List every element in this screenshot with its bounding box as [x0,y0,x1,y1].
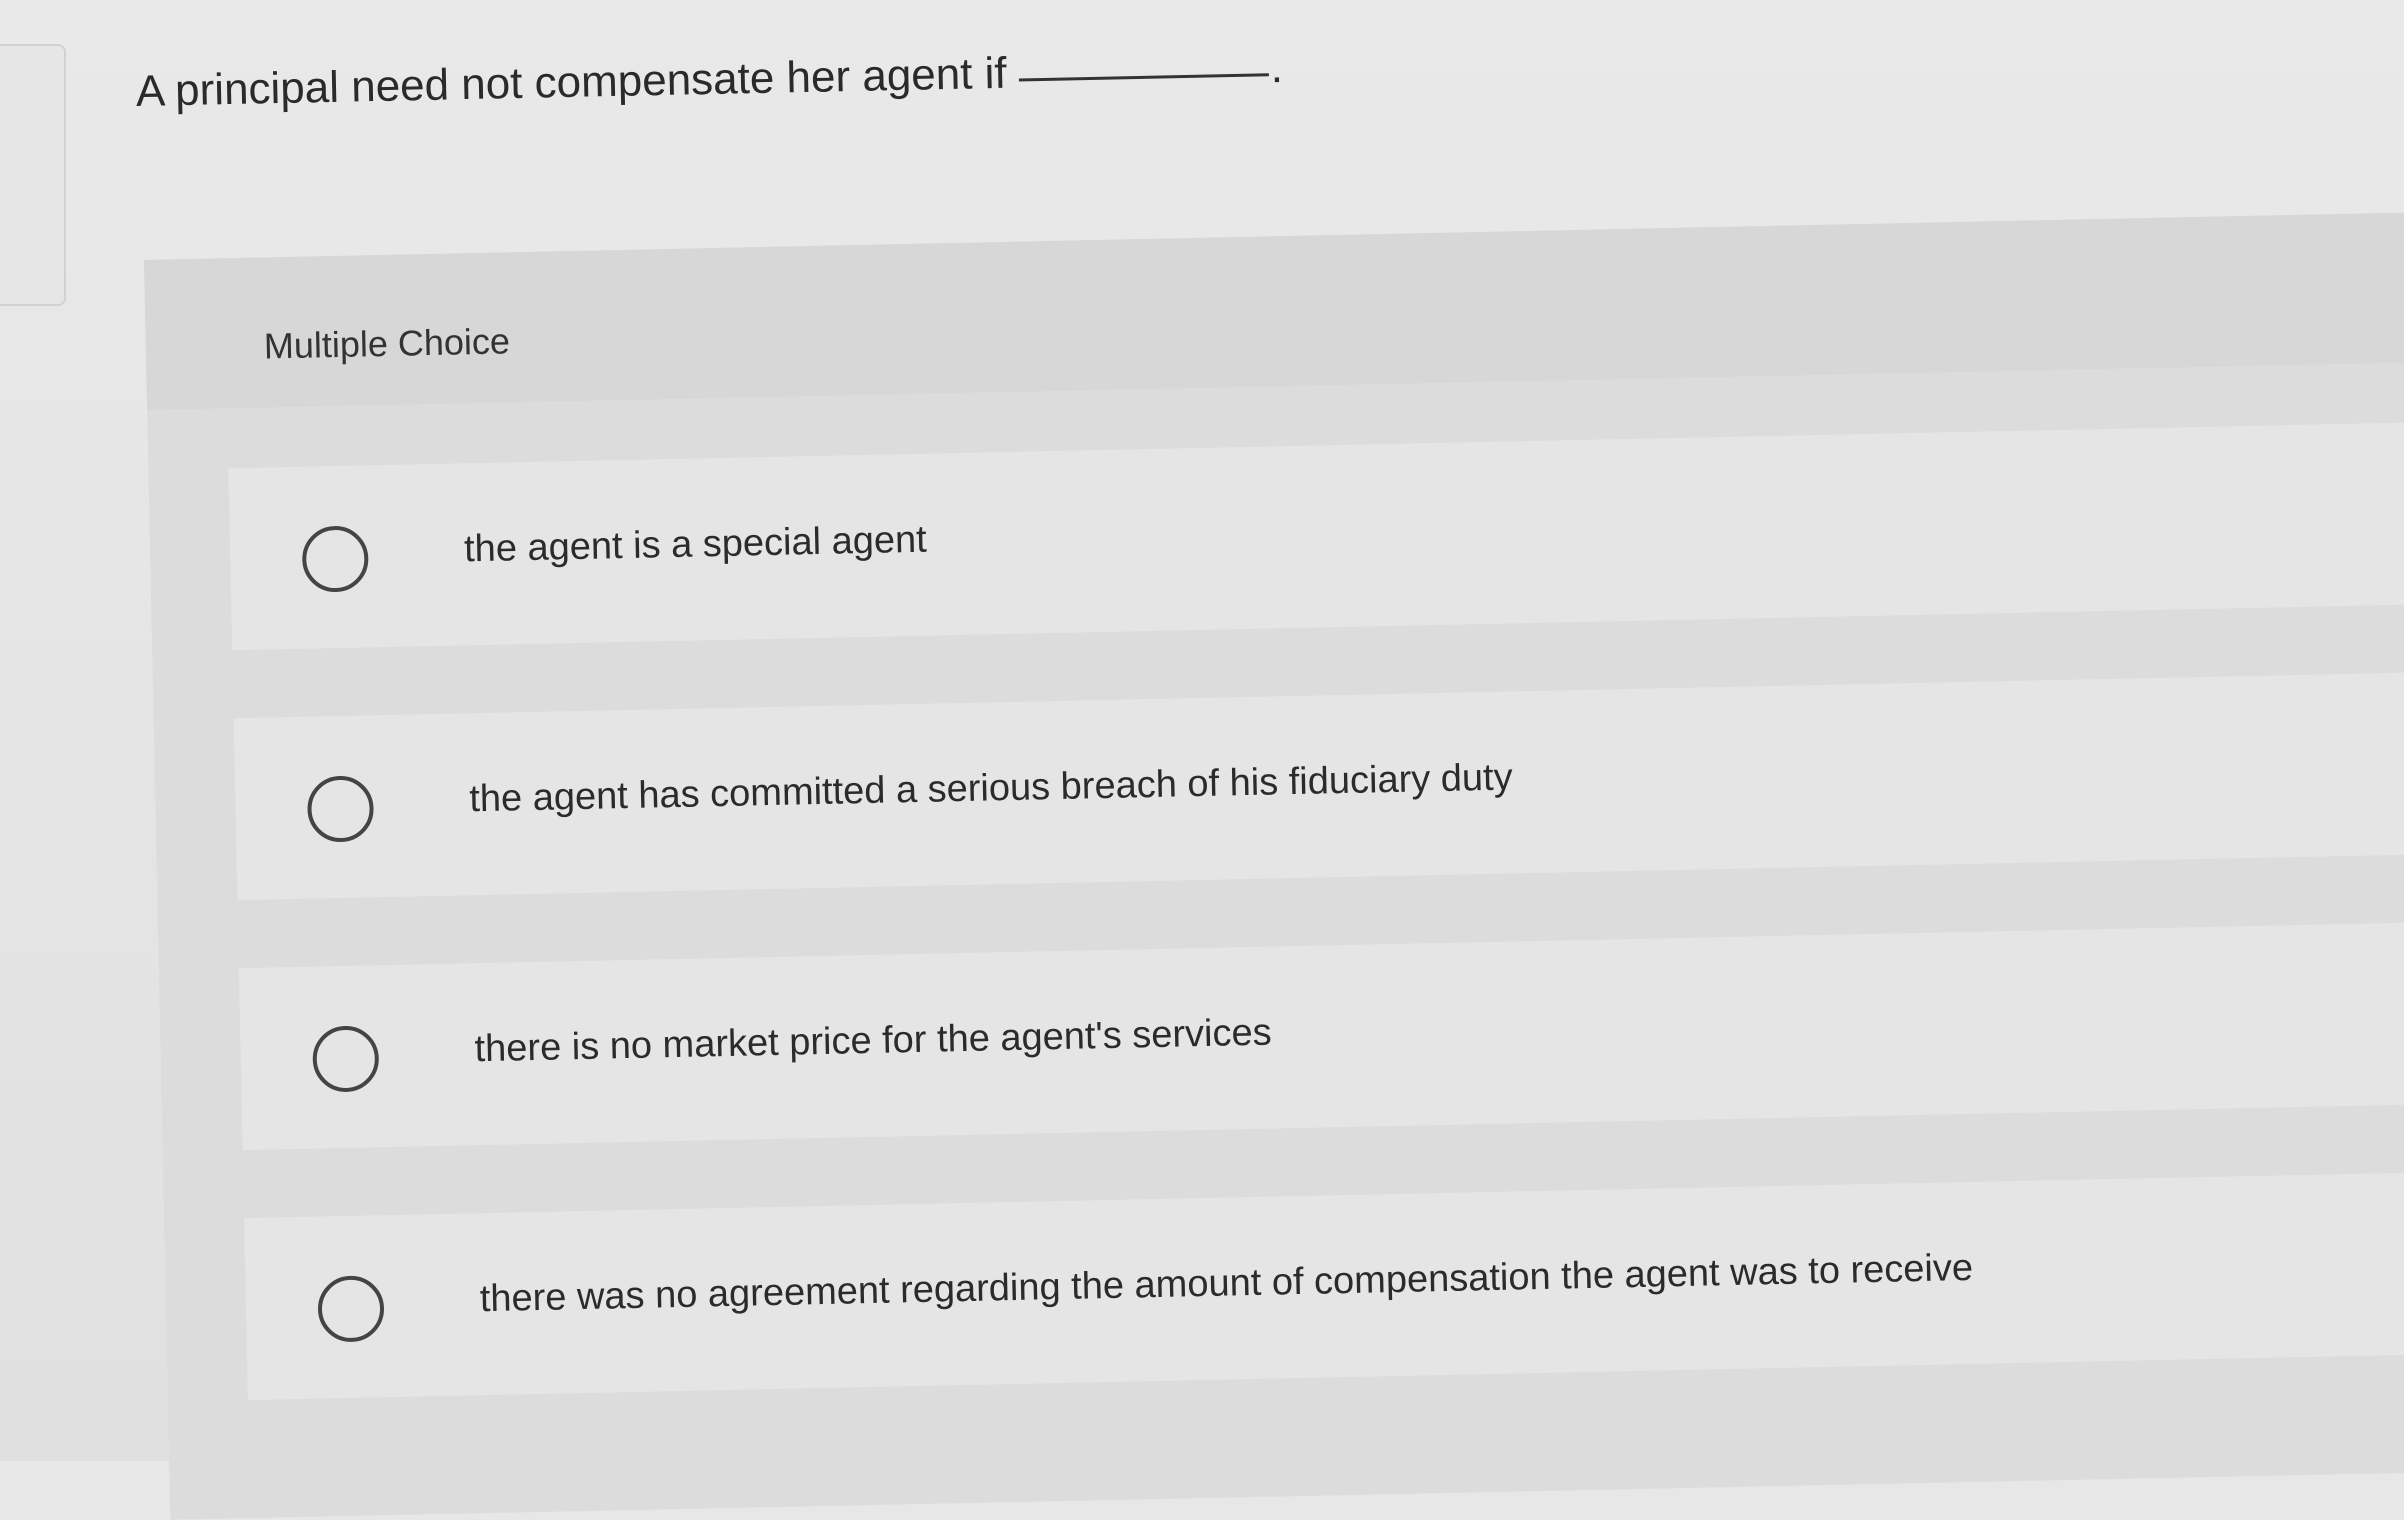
question-prompt: A principal need not compensate her agen… [135,38,1283,122]
answer-blank [1018,73,1269,82]
radio-button-icon[interactable] [306,775,375,843]
section-title: Multiple Choice [263,320,511,367]
question-text: A principal need not compensate her agen… [135,48,1008,116]
question-period: . [1270,42,1284,93]
choice-label: there is no market price for the agent's… [474,1011,1273,1071]
radio-button-icon[interactable] [317,1275,385,1343]
side-panel-tab[interactable] [0,44,66,306]
choice-option-4[interactable]: there was no agreement regarding the amo… [244,1171,2404,1401]
radio-button-icon[interactable] [301,525,369,593]
choice-label: the agent is a special agent [463,518,928,571]
radio-button-icon[interactable] [312,1025,380,1093]
choice-label: there was no agreement regarding the amo… [479,1246,1974,1321]
choice-option-3[interactable]: there is no market price for the agent's… [238,921,2404,1151]
multiple-choice-header: Multiple Choice [144,211,2404,410]
choice-option-2[interactable]: the agent has committed a serious breach… [233,671,2404,901]
multiple-choice-panel: Multiple Choice the agent is a special a… [144,211,2404,1520]
choice-label: the agent has committed a serious breach… [468,756,1514,821]
quiz-page: A principal need not compensate her agen… [0,0,2404,1520]
choice-option-1[interactable]: the agent is a special agent [228,421,2404,651]
